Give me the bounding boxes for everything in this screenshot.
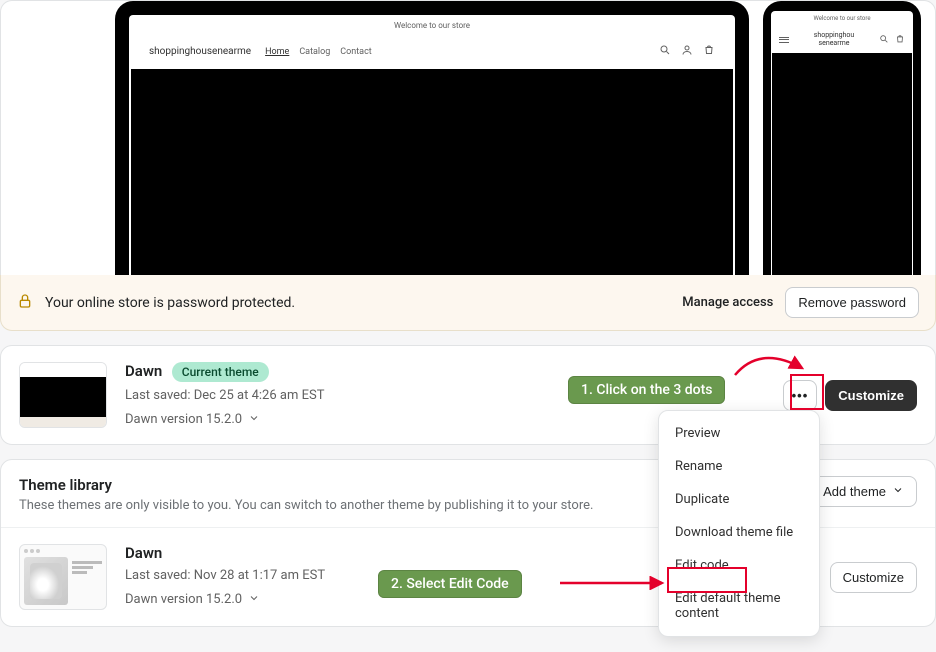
nav-home[interactable]: Home	[265, 47, 289, 57]
customize-button[interactable]: Customize	[830, 562, 917, 593]
chevron-down-icon	[892, 484, 904, 499]
device-previews: Welcome to our store shoppinghousenearme…	[15, 1, 921, 275]
chevron-down-icon	[248, 592, 260, 608]
site-title-line2: senearme	[819, 39, 850, 47]
mobile-header-icons	[879, 34, 905, 46]
password-text: Your online store is password protected.	[45, 295, 670, 311]
menu-edit-code[interactable]: Edit code	[659, 549, 819, 582]
annotation-step1: 1. Click on the 3 dots	[568, 376, 725, 404]
menu-preview[interactable]: Preview	[659, 417, 819, 450]
search-icon[interactable]	[659, 44, 671, 59]
theme-actions: ••• Customize	[783, 380, 917, 411]
nav-catalog[interactable]: Catalog	[299, 47, 330, 57]
theme-name: Dawn	[125, 362, 162, 380]
add-theme-label: Add theme	[823, 484, 886, 499]
mobile-preview: Welcome to our store shoppinghou senearm…	[763, 1, 921, 275]
more-actions-button[interactable]: •••	[783, 380, 818, 411]
nav-contact[interactable]: Contact	[340, 47, 371, 57]
mobile-screen: Welcome to our store shoppinghou senearm…	[771, 11, 913, 275]
menu-rename[interactable]: Rename	[659, 450, 819, 483]
version-text: Dawn version 15.2.0	[125, 412, 242, 427]
remove-password-button[interactable]: Remove password	[785, 287, 919, 318]
cart-icon[interactable]	[703, 44, 715, 59]
site-header: shoppinghousenearme Home Catalog Contact	[129, 36, 735, 69]
annotation-step2: 2. Select Edit Code	[378, 570, 522, 598]
theme-actions: Customize	[830, 562, 917, 593]
manage-access-link[interactable]: Manage access	[682, 295, 773, 310]
current-theme-badge: Current theme	[172, 362, 269, 382]
menu-download[interactable]: Download theme file	[659, 516, 819, 549]
account-icon[interactable]	[681, 44, 693, 59]
theme-thumbnail	[19, 362, 107, 428]
chevron-down-icon	[248, 412, 260, 428]
theme-actions-menu: Preview Rename Duplicate Download theme …	[658, 410, 820, 637]
site-body	[131, 69, 733, 275]
mobile-body	[772, 53, 912, 275]
desktop-preview: Welcome to our store shoppinghousenearme…	[115, 1, 749, 275]
search-icon[interactable]	[879, 34, 889, 46]
hamburger-icon[interactable]	[779, 35, 789, 44]
theme-name: Dawn	[125, 544, 162, 562]
password-protection-bar: Your online store is password protected.…	[0, 275, 936, 331]
desktop-screen: Welcome to our store shoppinghousenearme…	[129, 15, 735, 275]
customize-button[interactable]: Customize	[825, 380, 917, 411]
announcement-banner-mobile: Welcome to our store	[771, 11, 913, 26]
header-icons	[659, 44, 715, 59]
mobile-header: shoppinghou senearme	[771, 26, 913, 53]
theme-thumbnail	[19, 544, 107, 610]
cart-icon[interactable]	[895, 34, 905, 46]
site-title-mobile: shoppinghou senearme	[795, 32, 873, 47]
announcement-banner: Welcome to our store	[129, 15, 735, 36]
nav-links: Home Catalog Contact	[265, 47, 372, 57]
product-image-placeholder	[24, 557, 68, 605]
menu-edit-content[interactable]: Edit default theme content	[659, 582, 819, 630]
site-title: shoppinghousenearme	[149, 46, 251, 57]
add-theme-button[interactable]: Add theme	[810, 476, 917, 507]
version-text: Dawn version 15.2.0	[125, 592, 242, 607]
menu-duplicate[interactable]: Duplicate	[659, 483, 819, 516]
theme-preview-card: Welcome to our store shoppinghousenearme…	[0, 0, 936, 275]
lock-icon	[17, 293, 33, 313]
